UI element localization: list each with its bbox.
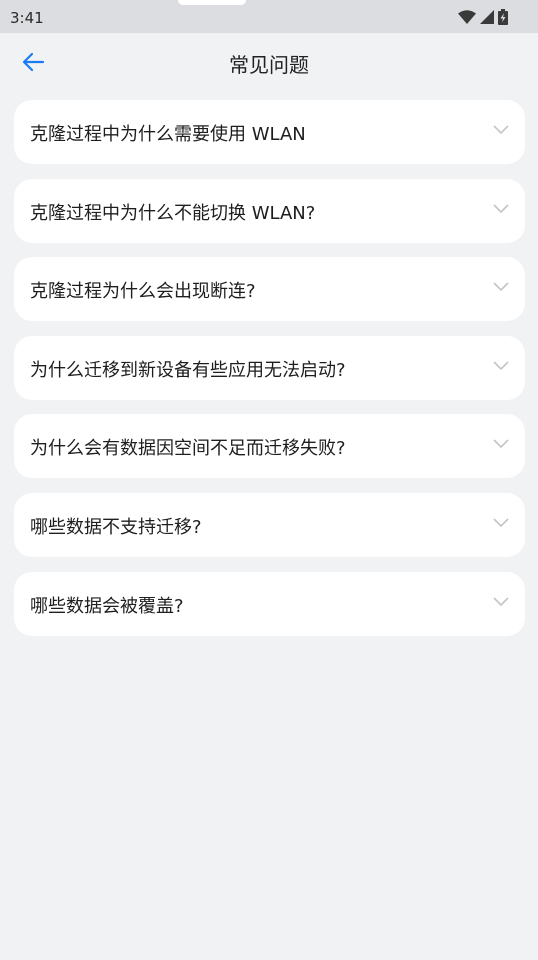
status-bar: 3:41 (0, 0, 538, 33)
camera-cutout (178, 0, 246, 5)
faq-item[interactable]: 哪些数据不支持迁移? (14, 492, 525, 557)
chevron-down-icon (493, 361, 509, 370)
faq-question: 克隆过程中为什么不能切换 WLAN? (30, 202, 316, 224)
faq-item[interactable]: 克隆过程中为什么需要使用 WLAN (14, 100, 525, 164)
faq-question: 为什么迁移到新设备有些应用无法启动? (30, 359, 346, 381)
faq-item[interactable]: 克隆过程中为什么不能切换 WLAN? (14, 178, 525, 243)
faq-item[interactable]: 为什么会有数据因空间不足而迁移失败? (14, 414, 525, 479)
chevron-down-icon (493, 439, 509, 449)
status-time: 3:41 (10, 9, 44, 27)
faq-item[interactable]: 哪些数据会被覆盖? (14, 571, 525, 636)
faq-question: 为什么会有数据因空间不足而迁移失败? (30, 438, 346, 460)
chevron-down-icon (493, 518, 509, 528)
page-title: 常见问题 (229, 53, 309, 77)
signal-icon (480, 10, 494, 24)
status-icons (458, 9, 508, 25)
faq-item[interactable]: 克隆过程为什么会出现断连? (14, 257, 525, 322)
faq-item[interactable]: 为什么迁移到新设备有些应用无法启动? (14, 335, 525, 400)
faq-question: 克隆过程为什么会出现断连? (30, 281, 256, 303)
chevron-down-icon (493, 596, 509, 606)
faq-list: 克隆过程中为什么需要使用 WLAN 克隆过程中为什么不能切换 WLAN? 克隆过… (14, 100, 525, 650)
faq-question: 哪些数据会被覆盖? (30, 595, 184, 617)
battery-charging-icon (498, 9, 508, 25)
faq-question: 克隆过程中为什么需要使用 WLAN (30, 124, 306, 145)
chevron-down-icon (493, 125, 509, 135)
wifi-icon (458, 10, 476, 24)
chevron-down-icon (493, 204, 509, 213)
app-bar: 常见问题 (0, 33, 538, 91)
faq-question: 哪些数据不支持迁移? (30, 516, 202, 538)
chevron-down-icon (493, 282, 509, 292)
